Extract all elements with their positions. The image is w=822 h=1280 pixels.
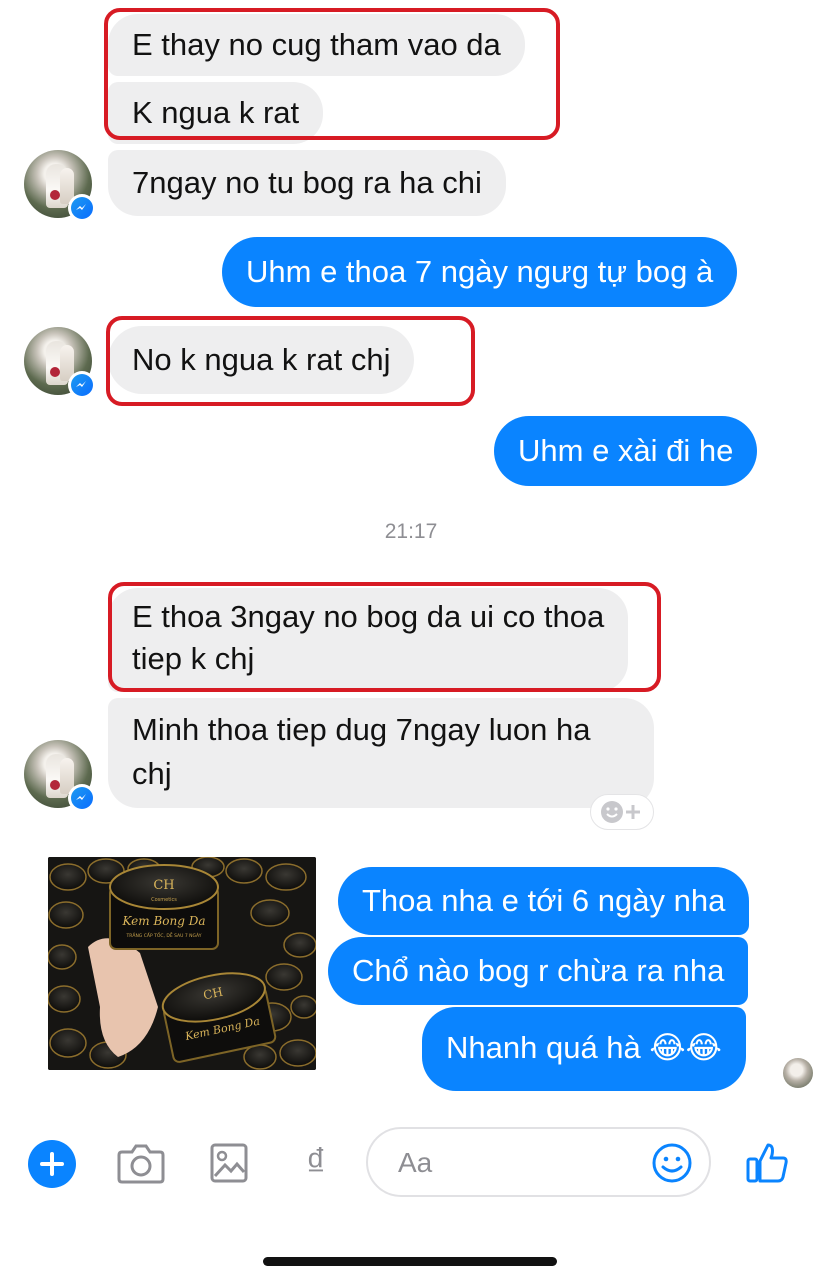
payment-dong-icon: ₫ — [305, 1140, 327, 1185]
message-text: Uhm e xài đi he — [518, 433, 734, 468]
message-text: No k ngua k rat chj — [132, 342, 391, 377]
seen-avatar — [783, 1058, 813, 1088]
plus-icon — [40, 1152, 64, 1176]
message-text: Thoa nha e tới 6 ngày nha — [362, 883, 726, 918]
message-text: E thay no cug tham vao da — [132, 27, 501, 62]
plus-button[interactable] — [28, 1140, 76, 1188]
message-input-placeholder: Aa — [398, 1147, 433, 1178]
emoji-icon — [652, 1143, 692, 1183]
home-indicator[interactable] — [263, 1257, 557, 1266]
product-photo[interactable]: CH Cosmetics Kem Bong Da TRẮNG CẤP TỐC, … — [48, 857, 316, 1070]
timestamp: 21:17 — [384, 520, 438, 543]
message-text: 7ngay no tu bog ra ha chi — [132, 165, 482, 200]
smile-plus-icon — [601, 801, 640, 823]
like-button[interactable] — [742, 1136, 792, 1188]
camera-button[interactable] — [116, 1138, 166, 1188]
message-outgoing[interactable]: Uhm e xài đi he — [494, 416, 758, 486]
message-text-line: tiep k chj — [132, 641, 255, 676]
messenger-badge-icon — [68, 194, 96, 222]
message-incoming[interactable]: E thoa 3ngay no bog da ui co thoa tiep k… — [108, 588, 629, 692]
message-incoming[interactable]: E thay no cug tham vao da — [108, 14, 525, 76]
contact-avatar[interactable] — [24, 740, 96, 812]
message-text-line: Minh thoa tiep dug 7ngay luon ha — [132, 712, 591, 747]
message-text-line: E thoa 3ngay no bog da ui co thoa — [132, 599, 605, 634]
message-outgoing[interactable]: Uhm e thoa 7 ngày ngưg tự bog à — [222, 237, 738, 307]
message-text: Uhm e thoa 7 ngày ngưg tự bog à — [246, 254, 714, 289]
gallery-button[interactable] — [206, 1138, 252, 1188]
add-reaction-button[interactable] — [590, 794, 654, 830]
product-name: Kem Bong Da — [122, 914, 206, 928]
message-incoming[interactable]: No k ngua k rat chj — [108, 326, 415, 394]
contact-avatar[interactable] — [24, 150, 96, 222]
message-outgoing[interactable]: Chổ nào bog r chừa ra nha — [328, 937, 749, 1005]
messenger-badge-icon — [68, 784, 96, 812]
payment-button[interactable]: ₫ — [296, 1136, 336, 1190]
message-incoming[interactable]: 7ngay no tu bog ra ha chi — [108, 150, 506, 216]
emoji-button[interactable] — [651, 1142, 693, 1189]
message-text: K ngua k rat — [132, 95, 300, 130]
message-text-line: chj — [132, 756, 172, 791]
message-text: Chổ nào bog r chừa ra nha — [352, 953, 725, 988]
contact-avatar[interactable] — [24, 327, 96, 399]
message-outgoing[interactable]: Thoa nha e tới 6 ngày nha — [338, 867, 750, 935]
message-input[interactable]: Aa — [366, 1127, 711, 1197]
image-icon — [210, 1143, 248, 1183]
brand-sub: Cosmetics — [151, 897, 177, 903]
camera-icon — [117, 1144, 165, 1184]
brand-mark: CH — [153, 878, 174, 893]
message-incoming[interactable]: K ngua k rat — [108, 82, 324, 144]
message-incoming[interactable]: Minh thoa tiep dug 7ngay luon ha chj — [108, 698, 654, 808]
messenger-badge-icon — [68, 371, 96, 399]
message-outgoing[interactable]: Nhanh quá hà 😂😂 — [422, 1007, 746, 1091]
message-text: Nhanh quá hà 😂😂 — [446, 1030, 722, 1065]
thumbs-up-icon — [746, 1143, 788, 1183]
